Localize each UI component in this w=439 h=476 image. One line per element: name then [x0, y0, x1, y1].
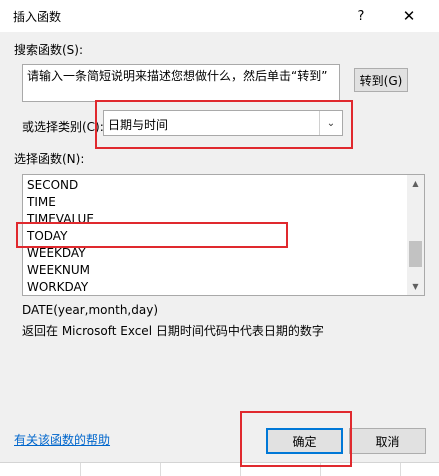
- scroll-thumb[interactable]: [409, 241, 422, 267]
- function-syntax: DATE(year,month,day): [22, 303, 159, 317]
- search-label: 搜索函数(S):: [14, 43, 84, 57]
- question-icon: ?: [357, 8, 365, 24]
- scroll-up-icon[interactable]: ▲: [407, 175, 424, 192]
- function-description: 返回在 Microsoft Excel 日期时间代码中代表日期的数字: [22, 324, 324, 338]
- scroll-down-icon[interactable]: ▼: [407, 278, 424, 295]
- annotation-box-today: [16, 222, 288, 248]
- help-button[interactable]: ?: [347, 3, 375, 29]
- dialog-title: 插入函数: [13, 10, 62, 24]
- close-icon: ✕: [402, 7, 416, 25]
- close-button[interactable]: ✕: [395, 3, 423, 29]
- search-input[interactable]: 请输入一条简短说明来描述您想做什么，然后单击“转到”: [22, 64, 340, 102]
- go-button[interactable]: 转到(G): [354, 68, 408, 92]
- category-label: 或选择类别(C):: [22, 120, 104, 134]
- list-item[interactable]: SECOND: [27, 177, 78, 194]
- spreadsheet-grid-edge: [0, 462, 439, 476]
- annotation-box-category: [95, 100, 353, 149]
- function-help-link[interactable]: 有关该函数的帮助: [14, 431, 110, 448]
- annotation-box-ok: [240, 411, 352, 467]
- list-item[interactable]: WEEKNUM: [27, 262, 90, 279]
- cancel-button[interactable]: 取消: [349, 428, 426, 454]
- list-item[interactable]: TIME: [27, 194, 56, 211]
- function-list-label: 选择函数(N):: [14, 152, 85, 166]
- list-item[interactable]: WORKDAY: [27, 279, 88, 295]
- list-scrollbar[interactable]: ▲ ▼: [407, 175, 424, 295]
